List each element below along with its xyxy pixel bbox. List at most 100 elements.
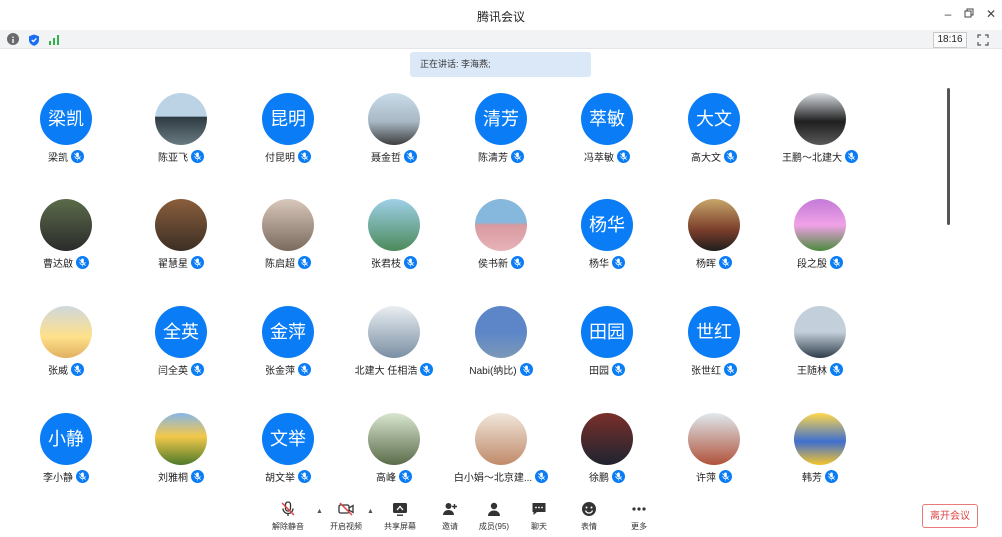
fullscreen-icon[interactable] (977, 33, 989, 46)
participant-name-row: 闫全英 (128, 362, 234, 377)
participant-tile[interactable]: 杨华 杨华 (554, 199, 660, 279)
restore-icon[interactable] (962, 7, 976, 21)
members-button[interactable]: 成员(95) (470, 501, 518, 535)
participant-avatar (475, 199, 527, 251)
participant-grid-scrollbar[interactable] (947, 88, 950, 225)
participant-name: 王随林 (797, 365, 827, 377)
participant-name-row: 胡文举 (235, 469, 341, 484)
participant-tile[interactable]: Nabi(纳比) (448, 306, 554, 386)
participant-tile[interactable]: 金萍 张金萍 (235, 306, 341, 386)
mic-icon (724, 149, 737, 163)
participant-tile[interactable]: 杨晖 (661, 199, 767, 279)
meeting-clock: 18:16 (933, 32, 967, 48)
participant-tile[interactable]: 段之殷 (767, 199, 873, 279)
participant-avatar (155, 199, 207, 251)
participant-tile[interactable]: 全英 闫全英 (128, 306, 234, 386)
start-video-button[interactable]: 开启视频 (322, 501, 370, 535)
mic-icon (404, 149, 417, 163)
participant-avatar (794, 199, 846, 251)
participant-tile[interactable]: 曹达啟 (13, 199, 119, 279)
participant-tile[interactable]: 王随林 (767, 306, 873, 386)
shield-icon[interactable] (28, 33, 40, 46)
participant-name-row: 张威 (13, 362, 119, 377)
info-icon[interactable] (7, 33, 19, 45)
participant-tile[interactable]: 田园 田园 (554, 306, 660, 386)
participant-name-row: 付昆明 (235, 149, 341, 164)
participant-tile[interactable]: 张君枝 (341, 199, 447, 279)
share-screen-icon (393, 503, 407, 516)
participant-name-row: 陈清芳 (448, 149, 554, 164)
unmute-button[interactable]: 解除静音 (264, 501, 312, 535)
mic-icon (612, 362, 625, 376)
participant-name: 付昆明 (265, 152, 295, 164)
video-options-caret-icon[interactable]: ▲ (367, 508, 375, 516)
mic-icon (191, 255, 204, 269)
mic-icon (825, 469, 838, 483)
participant-tile[interactable]: 陈启超 (235, 199, 341, 279)
participant-avatar (368, 93, 420, 145)
participant-avatar: 文举 (262, 413, 314, 465)
participant-tile[interactable]: 小静 李小静 (13, 413, 119, 493)
minimize-icon[interactable]: – (941, 7, 955, 21)
mic-icon (719, 469, 732, 483)
participant-avatar (475, 306, 527, 358)
participant-tile[interactable]: 白小娟～北京建... (448, 413, 554, 493)
signal-icon[interactable] (48, 33, 60, 45)
more-button[interactable]: 更多 (615, 501, 663, 535)
participant-name-row: 侯书新 (448, 255, 554, 270)
start-video-label: 开启视频 (330, 522, 362, 531)
participant-avatar (368, 306, 420, 358)
participant-tile[interactable]: 许萍 (661, 413, 767, 493)
mic-icon (511, 149, 524, 163)
participant-name-row: 张金萍 (235, 362, 341, 377)
mic-icon (76, 469, 89, 483)
participant-tile[interactable]: 翟慧星 (128, 199, 234, 279)
participant-name: 张威 (48, 365, 68, 377)
mic-icon (724, 362, 737, 376)
chat-button[interactable]: 聊天 (515, 501, 563, 535)
participant-tile[interactable]: 北建大 任相浩 (341, 306, 447, 386)
participant-tile[interactable]: 侯书新 (448, 199, 554, 279)
participant-avatar (688, 413, 740, 465)
participant-tile[interactable]: 清芳 陈清芳 (448, 93, 554, 173)
mic-icon (845, 149, 858, 163)
meeting-info-bar: 18:16 (0, 30, 1002, 49)
participant-avatar (155, 413, 207, 465)
participant-tile[interactable]: 梁凯 梁凯 (13, 93, 119, 173)
participant-tile[interactable]: 陈亚飞 (128, 93, 234, 173)
participant-tile[interactable]: 王鹏～北建大 (767, 93, 873, 173)
reaction-button[interactable]: 表情 (565, 501, 613, 535)
share-screen-button[interactable]: 共享屏幕 (376, 501, 424, 535)
participant-tile[interactable]: 刘雅桐 (128, 413, 234, 493)
participant-avatar (40, 199, 92, 251)
participant-tile[interactable]: 昆明 付昆明 (235, 93, 341, 173)
participant-name: Nabi(纳比) (469, 365, 517, 377)
participant-tile[interactable]: 文举 胡文举 (235, 413, 341, 493)
participant-tile[interactable]: 聂金哲 (341, 93, 447, 173)
participant-tile[interactable]: 徐鹏 (554, 413, 660, 493)
participant-avatar: 小静 (40, 413, 92, 465)
invite-button[interactable]: 邀请 (426, 501, 474, 535)
participant-tile[interactable]: 张威 (13, 306, 119, 386)
participant-avatar: 大文 (688, 93, 740, 145)
participant-name: 梁凯 (48, 152, 68, 164)
participant-avatar (475, 413, 527, 465)
avatar-initials: 世红 (696, 322, 732, 342)
participant-name: 张君枝 (371, 258, 401, 270)
participant-tile[interactable]: 韩芳 (767, 413, 873, 493)
meeting-toolbar: 解除静音 ▲ 开启视频 ▲ 共享屏幕 邀请 成员(95) 聊天 表情 更多 (0, 497, 1002, 537)
mic-muted-icon (281, 501, 295, 516)
close-icon[interactable]: ✕ (984, 7, 998, 21)
participant-avatar (368, 199, 420, 251)
participant-avatar: 梁凯 (40, 93, 92, 145)
participant-tile[interactable]: 大文 高大文 (661, 93, 767, 173)
participant-name-row: 韩芳 (767, 469, 873, 484)
participant-name-row: 田园 (554, 362, 660, 377)
participant-avatar (262, 199, 314, 251)
participant-name: 王鹏～北建大 (782, 152, 842, 164)
participant-tile[interactable]: 萃敏 冯萃敏 (554, 93, 660, 173)
leave-meeting-button[interactable]: 离开会议 (922, 504, 978, 528)
participant-name-row: 翟慧星 (128, 255, 234, 270)
participant-tile[interactable]: 世红 张世红 (661, 306, 767, 386)
participant-tile[interactable]: 高峰 (341, 413, 447, 493)
